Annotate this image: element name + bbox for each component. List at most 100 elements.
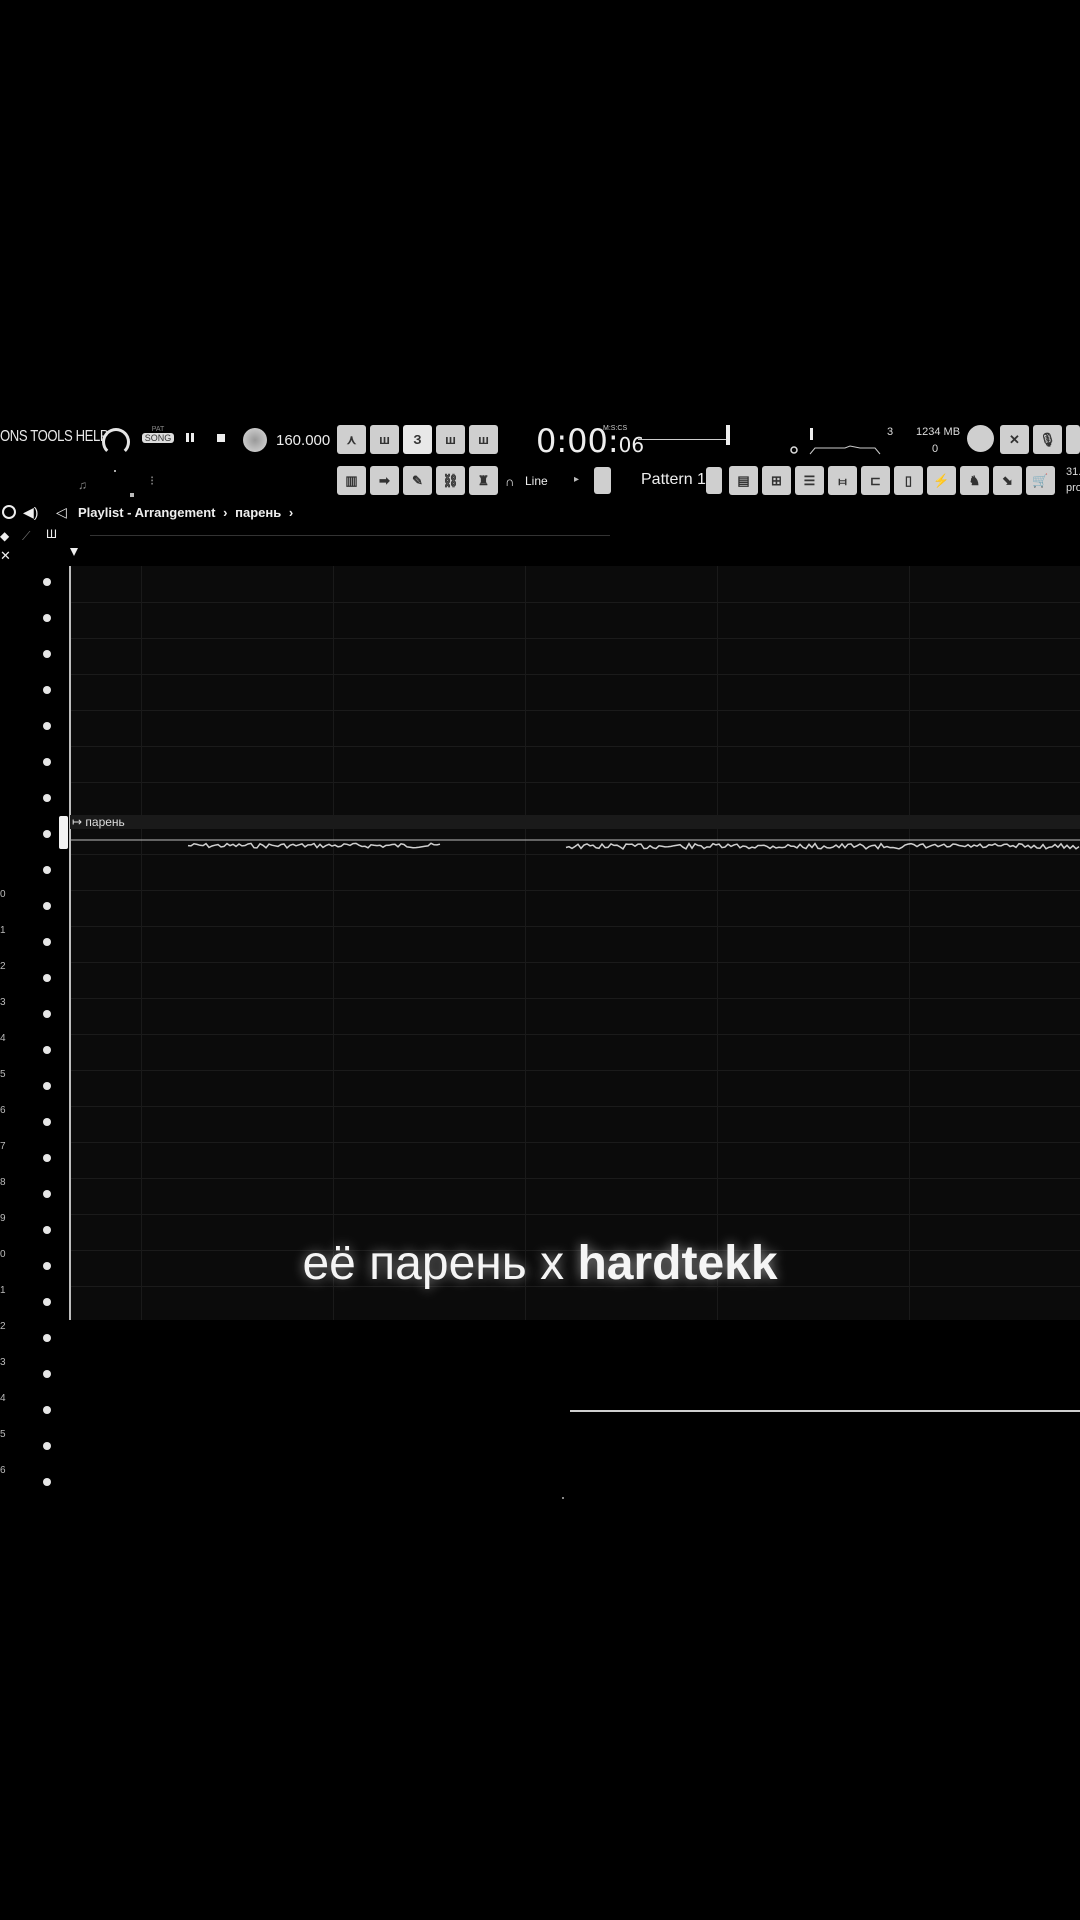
track-dot[interactable] bbox=[43, 938, 51, 946]
piano-roll-button[interactable]: ▥ bbox=[337, 466, 366, 495]
track-dot[interactable] bbox=[43, 1406, 51, 1414]
track-dot[interactable] bbox=[43, 1226, 51, 1234]
caption-part-1: её парень x bbox=[302, 1237, 578, 1290]
link-button[interactable]: ⛓ bbox=[436, 466, 465, 495]
track-dot[interactable] bbox=[43, 1154, 51, 1162]
pause-button[interactable] bbox=[186, 433, 194, 442]
mic-icon[interactable]: 🎙 bbox=[1033, 425, 1062, 454]
pattern-add-button[interactable] bbox=[706, 467, 722, 494]
track-number: 3 bbox=[0, 1357, 6, 1368]
clip-arrow-icon: ↦ bbox=[72, 815, 86, 829]
track-dot[interactable] bbox=[43, 830, 51, 838]
track-number: 7 bbox=[0, 1141, 6, 1152]
track-dot[interactable] bbox=[43, 686, 51, 694]
snap-selector[interactable]: Line bbox=[525, 474, 548, 488]
file-button[interactable]: ▯ bbox=[894, 466, 923, 495]
tempo-icon bbox=[243, 428, 267, 452]
track-dot[interactable] bbox=[43, 1118, 51, 1126]
track-number: 6 bbox=[0, 1105, 6, 1116]
playlist-button[interactable]: ▤ bbox=[729, 466, 758, 495]
track-dot[interactable] bbox=[43, 1442, 51, 1450]
breadcrumb-clip[interactable]: парень bbox=[235, 505, 281, 520]
track-dot[interactable] bbox=[43, 1478, 51, 1486]
plugin-button[interactable]: ⚡ bbox=[927, 466, 956, 495]
clip-header[interactable] bbox=[70, 815, 1080, 829]
tool-button-9[interactable]: ⬊ bbox=[993, 466, 1022, 495]
audio-clip[interactable]: ↦ парень bbox=[70, 815, 1080, 851]
pattern-selector[interactable]: Pattern 1 bbox=[641, 471, 706, 489]
tool-button-4[interactable]: ш bbox=[436, 425, 465, 454]
track-dot[interactable] bbox=[43, 794, 51, 802]
tool-button-8[interactable]: ♞ bbox=[960, 466, 989, 495]
playhead-marker[interactable] bbox=[59, 816, 68, 849]
cart-button[interactable]: 🛒 bbox=[1026, 466, 1055, 495]
tool-button-6[interactable]: ✕ bbox=[1000, 425, 1029, 454]
speaker-icon[interactable]: ◀) bbox=[23, 504, 38, 521]
track-dot[interactable] bbox=[43, 974, 51, 982]
main-menu[interactable]: ONS TOOLS HELP bbox=[0, 428, 109, 446]
track-number: 8 bbox=[0, 1177, 6, 1188]
track-dot[interactable] bbox=[43, 758, 51, 766]
time-format: M:S:CS bbox=[603, 425, 628, 432]
channel-rack-button[interactable]: ☰ bbox=[795, 466, 824, 495]
track-dot[interactable] bbox=[43, 650, 51, 658]
stepseq-button[interactable]: ⊞ bbox=[762, 466, 791, 495]
track-dot[interactable] bbox=[43, 722, 51, 730]
track-dot[interactable] bbox=[43, 1334, 51, 1342]
position-slider[interactable] bbox=[638, 439, 728, 440]
track-number: 9 bbox=[0, 1213, 6, 1224]
cpu-value: 3 bbox=[887, 426, 894, 438]
track-dot[interactable] bbox=[43, 1298, 51, 1306]
tool-button-3[interactable]: З bbox=[403, 425, 432, 454]
power-icon[interactable] bbox=[967, 425, 994, 452]
playlist-speaker-icon: ◁ bbox=[56, 504, 67, 520]
track-dot[interactable] bbox=[43, 1082, 51, 1090]
stop-button[interactable] bbox=[217, 434, 225, 442]
track-number: 3 bbox=[0, 997, 6, 1008]
position-slider-handle[interactable] bbox=[726, 425, 730, 445]
tempo-display[interactable]: 160.000 bbox=[276, 432, 330, 449]
mixer-button[interactable]: ⧦ bbox=[828, 466, 857, 495]
slice-icon[interactable]: ⟋ bbox=[22, 529, 30, 544]
track-dot[interactable] bbox=[43, 578, 51, 586]
browser-button[interactable]: ⊏ bbox=[861, 466, 890, 495]
track-number: 4 bbox=[0, 1033, 6, 1044]
track-number: 5 bbox=[0, 1069, 6, 1080]
tool-button-2[interactable]: ш bbox=[370, 425, 399, 454]
tool-button-5[interactable]: ш bbox=[469, 425, 498, 454]
clip-name: парень bbox=[85, 815, 125, 829]
search-icon[interactable] bbox=[2, 505, 16, 519]
time-sub: 06 bbox=[618, 433, 645, 457]
tool-button-7[interactable] bbox=[1066, 425, 1080, 454]
close-icon[interactable]: ✕ bbox=[0, 548, 11, 564]
track-dot[interactable] bbox=[43, 866, 51, 874]
snap-arrow-icon[interactable]: ▸ bbox=[574, 474, 579, 485]
playlist-grid[interactable] bbox=[69, 566, 1080, 1320]
master-volume-knob[interactable] bbox=[102, 428, 130, 456]
cpu-meter bbox=[810, 428, 813, 440]
track-dot[interactable] bbox=[43, 902, 51, 910]
stamp-button[interactable]: ♜ bbox=[469, 466, 498, 495]
brush-button[interactable]: ✎ bbox=[403, 466, 432, 495]
tool-button-1[interactable]: ⋏ bbox=[337, 425, 366, 454]
pat-song-toggle[interactable]: PAT SONG bbox=[142, 426, 174, 456]
track-number: 0 bbox=[0, 889, 6, 900]
track-dot[interactable] bbox=[43, 614, 51, 622]
bell-icon[interactable]: ♫ bbox=[78, 478, 87, 492]
video-caption: её парень x hardtekk bbox=[0, 1236, 1080, 1291]
bars-icon[interactable]: Ш bbox=[46, 527, 57, 541]
arrow-button[interactable]: ➡ bbox=[370, 466, 399, 495]
track-dot[interactable] bbox=[43, 1190, 51, 1198]
track-dot[interactable] bbox=[43, 1046, 51, 1054]
track-dot[interactable] bbox=[43, 1010, 51, 1018]
magnet-icon[interactable]: ∩ bbox=[505, 474, 514, 489]
track-dot[interactable] bbox=[43, 1370, 51, 1378]
playlist-title: Playlist - Arrangement bbox=[78, 505, 216, 520]
small-square bbox=[130, 493, 134, 497]
song-time[interactable]: 0:00:06 bbox=[536, 422, 644, 460]
play-pattern-button[interactable] bbox=[594, 467, 611, 494]
timeline-marker-icon[interactable] bbox=[70, 548, 78, 556]
cpu-graph bbox=[790, 445, 881, 455]
memory-display: 1234 MB bbox=[916, 426, 961, 438]
diamond-icon[interactable]: ◆ bbox=[0, 529, 9, 543]
